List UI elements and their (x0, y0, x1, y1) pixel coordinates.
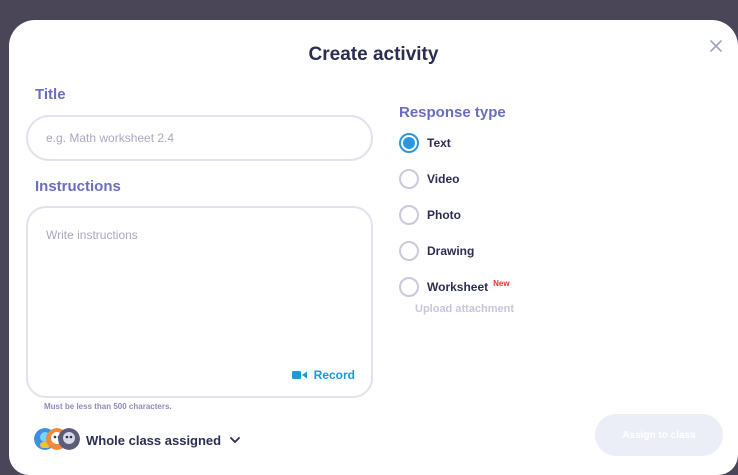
assign-label: Whole class assigned (86, 432, 222, 448)
char-limit-hint: Must be less than 500 characters. (44, 402, 172, 411)
close-icon (710, 40, 722, 52)
class-avatars (34, 428, 80, 452)
modal-title: Create activity (308, 44, 439, 65)
response-option-label: Drawing (427, 244, 475, 258)
radio-button[interactable] (399, 133, 419, 153)
radio-button[interactable] (399, 205, 419, 225)
instructions-input[interactable] (46, 228, 356, 358)
radio-button[interactable] (399, 277, 419, 297)
response-option-worksheet[interactable]: Worksheet New (399, 277, 510, 297)
title-input[interactable] (26, 115, 373, 161)
record-button[interactable]: Record (291, 368, 355, 382)
student-avatar-icon (58, 428, 80, 450)
upload-attachment-link[interactable]: Upload attachment (415, 303, 514, 315)
response-option-label: Video (427, 172, 460, 186)
record-label: Record (313, 368, 355, 382)
radio-button[interactable] (399, 241, 419, 261)
response-option-photo[interactable]: Photo (399, 205, 461, 225)
response-option-label: Text (427, 136, 451, 150)
response-option-video[interactable]: Video (399, 169, 459, 189)
new-badge: New (493, 278, 510, 288)
response-option-text[interactable]: Text (399, 133, 451, 153)
close-button[interactable] (708, 38, 724, 54)
response-type-label: Response type (399, 104, 506, 121)
create-activity-modal: Create activity Title Instructions Recor… (9, 20, 738, 475)
instructions-label: Instructions (35, 178, 121, 195)
response-option-label: Photo (427, 208, 461, 222)
class-assign-dropdown[interactable]: Whole class assigned (34, 428, 241, 452)
response-option-label: Worksheet (427, 280, 489, 294)
radio-button[interactable] (399, 169, 419, 189)
instructions-box: Record (26, 206, 373, 398)
video-camera-icon (291, 371, 307, 379)
response-option-drawing[interactable]: Drawing (399, 241, 474, 261)
chevron-down-icon (230, 437, 241, 443)
title-label: Title (35, 86, 66, 103)
assign-to-class-button[interactable]: Assign to class (595, 414, 723, 456)
